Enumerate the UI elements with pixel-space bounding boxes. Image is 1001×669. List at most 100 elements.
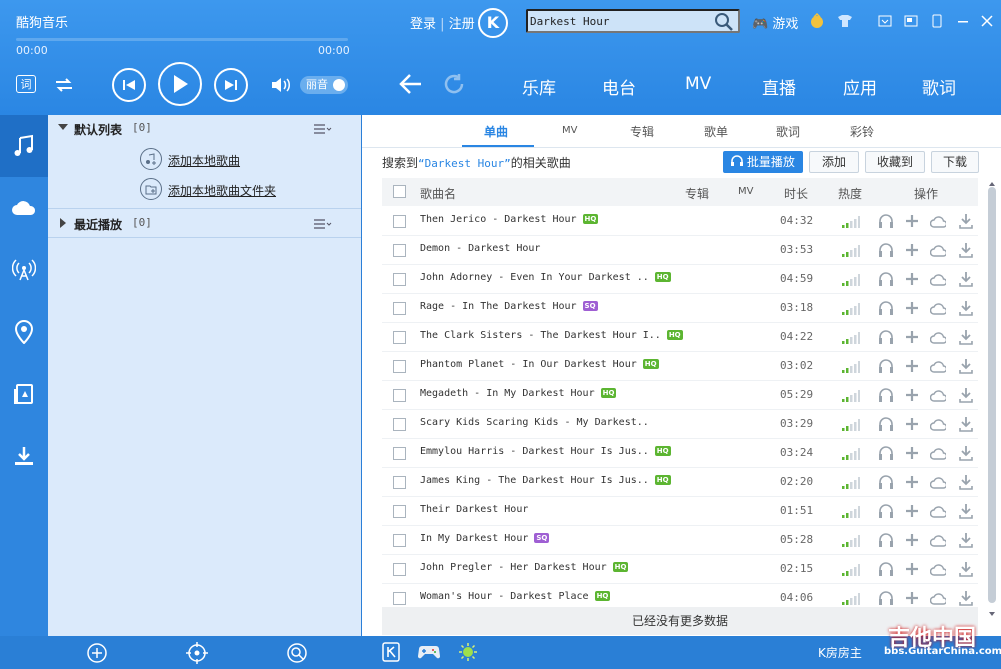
download-icon[interactable] [958,416,974,432]
cloud-icon[interactable] [930,503,946,519]
phone-icon[interactable] [928,12,946,30]
cloud-icon[interactable] [930,561,946,577]
previous-button[interactable] [112,68,146,102]
subtab-ringtones[interactable]: 彩铃 [850,123,874,140]
strip-item-cloud[interactable] [0,177,48,239]
song-title[interactable]: Emmylou Harris - Darkest Hour Is Jus.. HQ [420,446,671,457]
row-checkbox[interactable] [393,534,406,547]
listen-icon[interactable] [878,329,894,345]
mini-mode-icon[interactable] [902,12,920,30]
table-row[interactable]: John Adorney - Even In Your Darkest .. HQ… [382,265,978,294]
add-playlist-icon[interactable] [86,642,108,664]
nav-tab-mv[interactable]: MV [685,74,711,94]
repeat-mode-icon[interactable] [54,76,74,94]
listen-icon[interactable] [878,503,894,519]
add-icon[interactable] [904,590,920,606]
song-title[interactable]: Woman's Hour - Darkest Place HQ [420,591,611,602]
row-checkbox[interactable] [393,418,406,431]
row-checkbox[interactable] [393,244,406,257]
song-title[interactable]: Phantom Planet - In Our Darkest Hour HQ [420,359,659,370]
back-arrow-icon[interactable] [398,72,424,96]
nav-tab-library[interactable]: 乐库 [522,74,556,99]
table-row[interactable]: Then Jerico - Darkest Hour HQ 04:32 [382,207,978,236]
download-icon[interactable] [958,561,974,577]
list-menu-icon[interactable] [314,218,332,230]
sound-mode-toggle[interactable]: 丽音 [300,76,348,94]
cloud-icon[interactable] [930,300,946,316]
listen-icon[interactable] [878,213,894,229]
listen-icon[interactable] [878,242,894,258]
nav-tab-live[interactable]: 直播 [762,74,796,99]
cloud-icon[interactable] [930,445,946,461]
subtab-albums[interactable]: 专辑 [630,123,654,140]
row-checkbox[interactable] [393,505,406,518]
table-row[interactable]: Phantom Planet - In Our Darkest Hour HQ 03… [382,352,978,381]
scroll-down-icon[interactable] [988,607,996,616]
login-link[interactable]: 登录 [410,17,436,32]
add-icon[interactable] [904,242,920,258]
register-link[interactable]: 注册 [449,17,475,32]
add-icon[interactable] [904,271,920,287]
subtab-songs[interactable]: 单曲 [484,123,508,140]
download-icon[interactable] [958,503,974,519]
collect-button[interactable]: 收藏到 [865,151,925,173]
table-row[interactable]: Demon - Darkest Hour 03:53 [382,236,978,265]
nav-tab-lyrics[interactable]: 歌词 [922,74,956,99]
row-checkbox[interactable] [393,360,406,373]
listen-icon[interactable] [878,561,894,577]
bag-icon[interactable] [808,12,826,30]
cloud-icon[interactable] [930,329,946,345]
skin-icon[interactable] [836,12,854,30]
cloud-icon[interactable] [930,242,946,258]
strip-item-location[interactable] [0,301,48,363]
strip-item-local[interactable] [0,363,48,425]
batch-play-button[interactable]: 批量播放 [723,151,803,173]
song-title[interactable]: John Pregler - Her Darkest Hour HQ [420,562,629,573]
download-icon[interactable] [958,358,974,374]
listen-icon[interactable] [878,358,894,374]
table-row[interactable]: John Pregler - Her Darkest Hour HQ 02:15 [382,555,978,584]
add-icon[interactable] [904,445,920,461]
row-checkbox[interactable] [393,302,406,315]
listen-icon[interactable] [878,300,894,316]
download-icon[interactable] [958,300,974,316]
nav-tab-apps[interactable]: 应用 [843,74,877,99]
cloud-icon[interactable] [930,271,946,287]
next-button[interactable] [214,68,248,102]
games-link[interactable]: 🎮 游戏 [752,13,798,32]
download-icon[interactable] [958,329,974,345]
row-checkbox[interactable] [393,331,406,344]
add-icon[interactable] [904,387,920,403]
select-all-checkbox[interactable] [393,185,406,198]
listen-icon[interactable] [878,532,894,548]
refresh-icon[interactable] [442,72,466,96]
subtab-lyrics[interactable]: 歌词 [776,123,800,140]
row-checkbox[interactable] [393,563,406,576]
table-row[interactable]: In My Darkest Hour SQ 05:28 [382,526,978,555]
listen-icon[interactable] [878,474,894,490]
listen-icon[interactable] [878,416,894,432]
download-icon[interactable] [958,445,974,461]
row-checkbox[interactable] [393,447,406,460]
lyrics-toggle-icon[interactable]: 词 [16,75,36,93]
add-icon[interactable] [904,358,920,374]
search-icon[interactable] [714,12,734,32]
add-icon[interactable] [904,561,920,577]
download-icon[interactable] [958,242,974,258]
row-checkbox[interactable] [393,215,406,228]
cloud-icon[interactable] [930,387,946,403]
row-checkbox[interactable] [393,592,406,605]
nav-tab-radio[interactable]: 电台 [602,74,636,99]
play-button[interactable] [158,62,202,106]
row-checkbox[interactable] [393,389,406,402]
cloud-icon[interactable] [930,358,946,374]
menu-icon[interactable] [876,12,894,30]
download-icon[interactable] [958,532,974,548]
kugou-k-icon[interactable] [382,642,404,664]
volume-icon[interactable] [270,76,292,94]
table-row[interactable]: Megadeth - In My Darkest Hour HQ 05:29 [382,381,978,410]
table-row[interactable]: James King - The Darkest Hour Is Jus.. HQ… [382,468,978,497]
listen-icon[interactable] [878,387,894,403]
add-icon[interactable] [904,503,920,519]
add-button[interactable]: 添加 [809,151,859,173]
